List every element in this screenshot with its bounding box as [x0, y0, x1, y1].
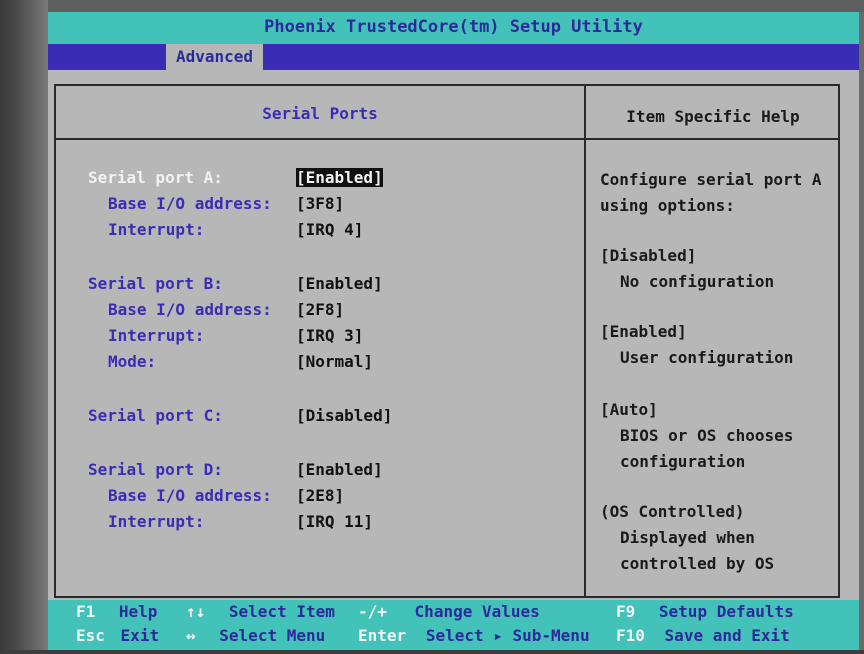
help-line: User configuration: [620, 348, 794, 367]
setup-defaults-label: Setup Defaults: [658, 602, 794, 621]
key-f10: F10: [616, 626, 645, 645]
help-line: (OS Controlled): [600, 502, 745, 521]
help-line: [Enabled]: [600, 322, 687, 341]
help-line: controlled by OS: [620, 554, 775, 573]
key-esc: Esc: [76, 626, 105, 645]
help-line: [Disabled]: [600, 246, 697, 265]
panel-heading: Serial Ports: [262, 104, 378, 123]
header-divider: [56, 138, 838, 140]
key-f1: F1: [76, 602, 96, 621]
key-enter: Enter: [358, 626, 407, 645]
setting-label: Serial port C:: [88, 406, 223, 425]
footer-select-menu: ↔ Select Menu: [186, 624, 325, 648]
setting-value[interactable]: [Enabled]: [296, 458, 383, 482]
selected-value[interactable]: [Enabled]: [296, 168, 383, 187]
footer-change-values: -/+ Change Values: [358, 600, 540, 624]
setting-label: Mode:: [108, 352, 157, 371]
monitor-bezel-top: [0, 0, 864, 12]
footer-esc: Esc Exit: [76, 624, 159, 648]
setting-label: Interrupt:: [108, 326, 205, 345]
help-line: using options:: [600, 196, 735, 215]
setting-value[interactable]: [Disabled]: [296, 404, 392, 428]
footer-f9: F9 Setup Defaults: [616, 600, 794, 624]
sub-menu-label: Select ▸ Sub-Menu: [425, 626, 590, 645]
setting-label: Base I/O address:: [108, 300, 272, 319]
menu-tab-advanced[interactable]: Advanced: [166, 44, 264, 70]
footer-select-item: ↑↓ Select Item: [186, 600, 335, 624]
help-line: Displayed when: [620, 528, 755, 547]
setting-label: Serial port A:: [88, 168, 223, 187]
key-f1-label: Help: [118, 602, 158, 621]
help-line: Configure serial port A: [600, 170, 822, 189]
change-values-label: Change Values: [414, 602, 540, 621]
panel-divider: [584, 86, 586, 596]
left-right-arrows-icon: ↔: [186, 626, 196, 645]
setting-value[interactable]: [Normal]: [296, 350, 373, 374]
help-line: BIOS or OS chooses: [620, 426, 794, 445]
save-exit-label: Save and Exit: [664, 626, 790, 645]
menu-bar: Advanced: [48, 44, 859, 70]
setting-label: Interrupt:: [108, 220, 205, 239]
setting-value[interactable]: [Enabled]: [296, 272, 383, 296]
help-line: No configuration: [620, 272, 775, 291]
key-help-footer: F1 Help ↑↓ Select Item -/+ Change Values…: [48, 600, 859, 650]
monitor-bezel-bottom: [0, 650, 864, 654]
bios-screen: Phoenix TrustedCore(tm) Setup Utility Ad…: [48, 12, 859, 650]
select-item-label: Select Item: [228, 602, 335, 621]
help-line: configuration: [620, 452, 746, 471]
select-menu-label: Select Menu: [219, 626, 326, 645]
setting-value[interactable]: [Enabled]: [296, 166, 383, 190]
setting-value[interactable]: [2E8]: [296, 484, 344, 508]
setting-value[interactable]: [IRQ 11]: [296, 510, 373, 534]
app-title: Phoenix TrustedCore(tm) Setup Utility: [48, 12, 859, 44]
setting-value[interactable]: [IRQ 4]: [296, 218, 363, 242]
exit-label: Exit: [120, 626, 160, 645]
footer-f1: F1 Help: [76, 600, 157, 624]
setting-value[interactable]: [3F8]: [296, 192, 344, 216]
monitor-bezel-left: [0, 0, 48, 654]
setting-value[interactable]: [2F8]: [296, 298, 344, 322]
key-plus-minus: -/+: [358, 602, 387, 621]
up-down-arrows-icon: ↑↓: [186, 602, 206, 621]
setting-value[interactable]: [IRQ 3]: [296, 324, 363, 348]
footer-f10: F10 Save and Exit: [616, 624, 790, 648]
footer-enter: Enter Select ▸ Sub-Menu: [358, 624, 590, 648]
setting-label: Interrupt:: [108, 512, 205, 531]
setting-label: Serial port D:: [88, 460, 223, 479]
setting-label: Base I/O address:: [108, 194, 272, 213]
help-line: [Auto]: [600, 400, 658, 419]
setting-label: Serial port B:: [88, 274, 223, 293]
help-heading: Item Specific Help: [626, 107, 800, 126]
key-f9: F9: [616, 602, 636, 621]
setting-label: Base I/O address:: [108, 486, 272, 505]
